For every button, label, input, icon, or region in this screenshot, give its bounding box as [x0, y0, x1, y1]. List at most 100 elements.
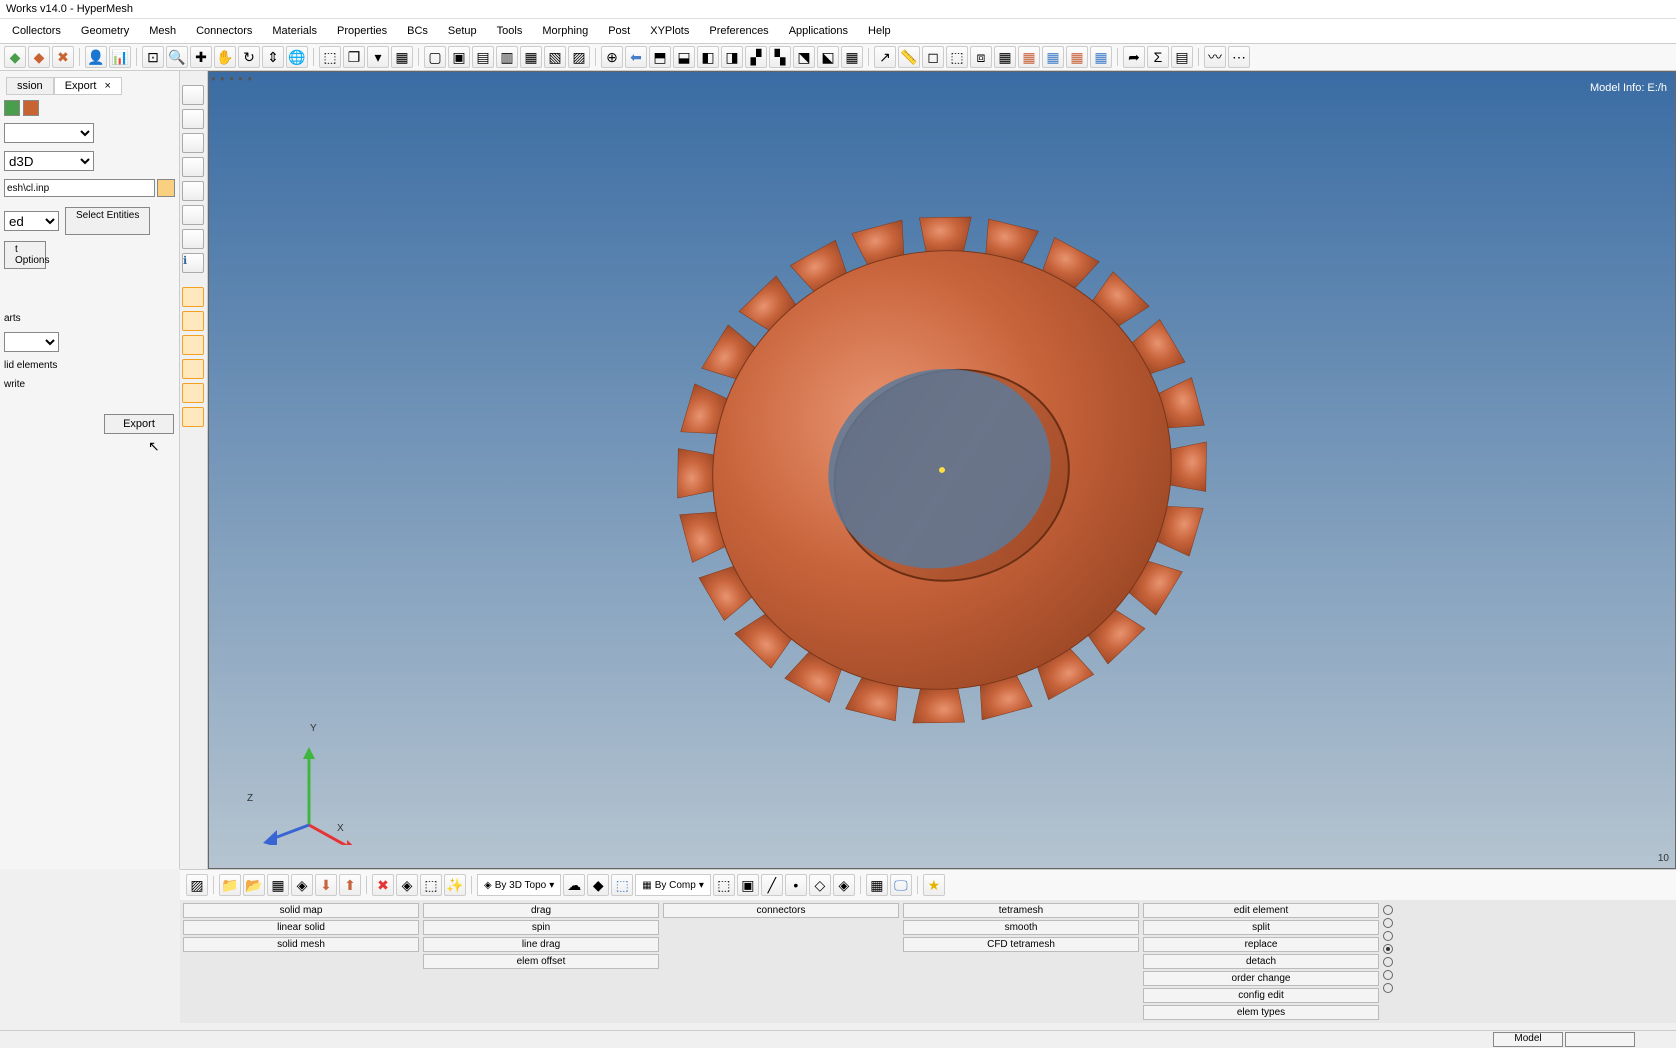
by-3d-topo-combo[interactable]: ◈By 3D Topo▾	[477, 874, 561, 896]
file-path-input[interactable]	[4, 179, 155, 197]
toolbar-back-icon[interactable]: ⬅	[625, 46, 647, 68]
toolbar-paste-icon[interactable]: ▾	[367, 46, 389, 68]
strip-icon-7[interactable]	[182, 229, 204, 249]
panel-detach[interactable]: detach	[1143, 954, 1379, 969]
bt-icon-4[interactable]: ◈	[291, 874, 313, 896]
radio-6[interactable]	[1383, 970, 1393, 980]
panel-smooth[interactable]: smooth	[903, 920, 1139, 935]
strip-icon-4[interactable]	[182, 157, 204, 177]
toolbar-view-r-icon[interactable]: ◨	[721, 46, 743, 68]
strip-icon-12[interactable]	[182, 383, 204, 403]
radio-4[interactable]	[1383, 944, 1393, 954]
toolbar-sphere-icon[interactable]: ⊕	[601, 46, 623, 68]
menu-mesh[interactable]: Mesh	[139, 23, 186, 39]
bt-cube-icon[interactable]: ⬚	[611, 874, 633, 896]
panel-solid-mesh[interactable]: solid mesh	[183, 937, 419, 952]
bt-grid-icon[interactable]: ▦	[866, 874, 888, 896]
strip-icon-8[interactable]	[182, 287, 204, 307]
strip-icon-2[interactable]	[182, 109, 204, 129]
toolbar-window3-icon[interactable]: ▤	[472, 46, 494, 68]
toolbar-undo-icon[interactable]: ▦	[391, 46, 413, 68]
toolbar-dots-icon[interactable]: ⋯	[1228, 46, 1250, 68]
toolbar-window4-icon[interactable]: ▥	[496, 46, 518, 68]
bt-cloud-icon[interactable]: ☁	[563, 874, 585, 896]
toolbar-window7-icon[interactable]: ▨	[568, 46, 590, 68]
toolbar-fn3-icon[interactable]: ▤	[1171, 46, 1193, 68]
menu-properties[interactable]: Properties	[327, 23, 397, 39]
toolbar-pan-icon[interactable]: ✋	[214, 46, 236, 68]
toolbar-open-icon[interactable]: ◆	[28, 46, 50, 68]
export-button[interactable]: Export	[104, 414, 174, 434]
bt-wirecube-icon[interactable]: ⬚	[713, 874, 735, 896]
menu-morphing[interactable]: Morphing	[532, 23, 598, 39]
bt-icon-5[interactable]: ⬇	[315, 874, 337, 896]
menu-post[interactable]: Post	[598, 23, 640, 39]
panel-linear-solid[interactable]: linear solid	[183, 920, 419, 935]
bt-icon-7[interactable]: ◈	[396, 874, 418, 896]
radio-2[interactable]	[1383, 918, 1393, 928]
toolbar-window1-icon[interactable]: ▢	[424, 46, 446, 68]
bt-icon-1[interactable]: 📁	[219, 874, 241, 896]
info-icon[interactable]: ℹ	[182, 253, 204, 273]
solver-icon[interactable]	[4, 100, 20, 116]
toolbar-grid2-icon[interactable]: ▦	[1042, 46, 1064, 68]
radio-1[interactable]	[1383, 905, 1393, 915]
select-entities-button[interactable]: Select Entities	[65, 207, 150, 235]
geom-icon[interactable]	[23, 100, 39, 116]
bt-icon-2[interactable]: 📂	[243, 874, 265, 896]
panel-cfd-tetramesh[interactable]: CFD tetramesh	[903, 937, 1139, 952]
by-comp-combo[interactable]: ▦By Comp▾	[635, 874, 711, 896]
export-mode-dropdown[interactable]: ed	[4, 211, 59, 231]
strip-icon-9[interactable]	[182, 311, 204, 331]
toolbar-zoom-fit-icon[interactable]: ⊡	[142, 46, 164, 68]
bt-display-icon[interactable]: 🖵	[890, 874, 912, 896]
toolbar-measure-icon[interactable]: ↗	[874, 46, 896, 68]
bt-delete-icon[interactable]: ✖	[372, 874, 394, 896]
toolbar-grid4-icon[interactable]: ▦	[1090, 46, 1112, 68]
toolbar-fn1-icon[interactable]: ➦	[1123, 46, 1145, 68]
bt-star-icon[interactable]: ★	[923, 874, 945, 896]
toolbar-user-icon[interactable]: 👤	[85, 46, 107, 68]
strip-icon-6[interactable]	[182, 205, 204, 225]
toolbar-save-icon[interactable]: ✖	[52, 46, 74, 68]
menu-bcs[interactable]: BCs	[397, 23, 438, 39]
menu-collectors[interactable]: Collectors	[2, 23, 71, 39]
menu-materials[interactable]: Materials	[262, 23, 327, 39]
panel-tetramesh[interactable]: tetramesh	[903, 903, 1139, 918]
toolbar-globe-icon[interactable]: 🌐	[286, 46, 308, 68]
panel-edit-element[interactable]: edit element	[1143, 903, 1379, 918]
strip-icon-11[interactable]	[182, 359, 204, 379]
toolbar-ruler-icon[interactable]: 📏	[898, 46, 920, 68]
toolbar-fn2-icon[interactable]: Σ	[1147, 46, 1169, 68]
status-model-button[interactable]: Model	[1493, 1032, 1563, 1047]
panel-order-change[interactable]: order change	[1143, 971, 1379, 986]
export-options-button[interactable]: t Options	[4, 241, 46, 269]
toolbar-chart-icon[interactable]: 📊	[109, 46, 131, 68]
toolbar-copy-icon[interactable]: ❐	[343, 46, 365, 68]
panel-line-drag[interactable]: line drag	[423, 937, 659, 952]
toolbar-window6-icon[interactable]: ▧	[544, 46, 566, 68]
panel-elem-types[interactable]: elem types	[1143, 1005, 1379, 1020]
tab-export[interactable]: Export ×	[54, 77, 122, 95]
panel-elem-offset[interactable]: elem offset	[423, 954, 659, 969]
toolbar-mesh-icon[interactable]: ▦	[841, 46, 863, 68]
menu-connectors[interactable]: Connectors	[186, 23, 262, 39]
panel-split[interactable]: split	[1143, 920, 1379, 935]
bt-icon-6[interactable]: ⬆	[339, 874, 361, 896]
bt-layers-icon[interactable]: ◈	[833, 874, 855, 896]
tab-session[interactable]: ssion	[6, 77, 54, 95]
toolbar-view-p4-icon[interactable]: ⬕	[817, 46, 839, 68]
bt-diamond-icon[interactable]: ◇	[809, 874, 831, 896]
toolbar-cube2-icon[interactable]: ⬚	[946, 46, 968, 68]
panel-replace[interactable]: replace	[1143, 937, 1379, 952]
strip-icon-3[interactable]	[182, 133, 204, 153]
toolbar-window2-icon[interactable]: ▣	[448, 46, 470, 68]
browse-icon[interactable]	[157, 179, 175, 197]
radio-3[interactable]	[1383, 931, 1393, 941]
toolbar-new-icon[interactable]: ◆	[4, 46, 26, 68]
strip-icon-5[interactable]	[182, 181, 204, 201]
toolbar-arrows-icon[interactable]: ⇕	[262, 46, 284, 68]
panel-config-edit[interactable]: config edit	[1143, 988, 1379, 1003]
menu-tools[interactable]: Tools	[487, 23, 533, 39]
status-empty-button[interactable]	[1565, 1032, 1635, 1047]
